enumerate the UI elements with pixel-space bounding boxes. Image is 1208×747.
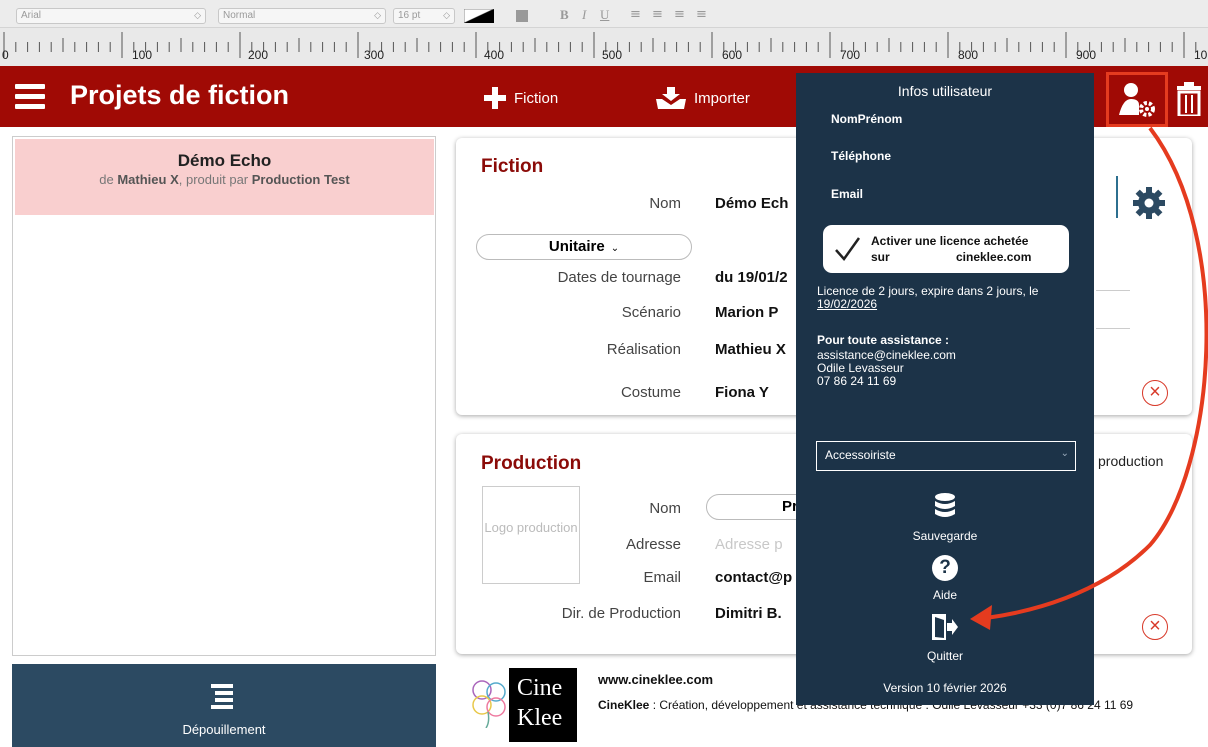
field-label: Adresse — [625, 536, 681, 553]
production-side-label: production — [1098, 453, 1164, 469]
divider — [1116, 176, 1118, 218]
add-fiction-button[interactable]: Fiction — [484, 87, 558, 109]
user-settings-button[interactable] — [1106, 72, 1168, 127]
help-icon[interactable]: ? — [932, 555, 958, 581]
cineklee-logo: Cine Klee — [509, 668, 577, 742]
address-field[interactable]: Adresse p — [715, 536, 783, 553]
project-list-item[interactable]: Démo Echo de Mathieu X, produit par Prod… — [15, 139, 434, 215]
menu-icon[interactable] — [15, 84, 45, 110]
align-right-icon[interactable]: ≡ — [674, 7, 685, 22]
ruler-label: 400 — [484, 48, 505, 62]
field-label: Nom — [649, 500, 681, 517]
field-label: Dir. de Production — [561, 605, 681, 622]
database-icon[interactable] — [934, 493, 956, 519]
field-label: Scénario — [621, 304, 681, 321]
color-swatch-icon[interactable] — [464, 9, 494, 23]
role-select[interactable]: Accessoiriste ⌄ — [816, 441, 1076, 471]
backup-label[interactable]: Sauvegarde — [796, 529, 1094, 543]
delete-icon[interactable]: × — [1142, 614, 1168, 640]
help-label[interactable]: Aide — [796, 588, 1094, 602]
ruler-label: 200 — [248, 48, 269, 62]
fiction-title: Fiction — [481, 156, 544, 177]
license-info: Licence de 2 jours, expire dans 2 jours,… — [817, 284, 1039, 311]
field-label: Nom — [649, 195, 681, 212]
divider — [1096, 328, 1130, 329]
field-label: Costume — [620, 384, 681, 401]
email-value[interactable]: contact@p — [715, 569, 792, 586]
divider — [1096, 290, 1130, 291]
align-left-icon[interactable]: ≡ — [630, 7, 641, 22]
bold-button[interactable]: B — [560, 7, 569, 23]
support-title: Pour toute assistance : — [817, 333, 950, 347]
director-value[interactable]: Dimitri B. — [715, 605, 782, 622]
field-label: Réalisation — [606, 341, 681, 358]
page-title: Projets de fiction — [70, 80, 290, 110]
user-phone[interactable]: Téléphone — [831, 149, 891, 163]
version-text: Version 10 février 2026 — [883, 681, 1007, 695]
user-gear-icon — [1119, 83, 1155, 117]
underline-button[interactable]: U — [600, 7, 609, 23]
project-credits: de Mathieu X, produit par Production Tes… — [99, 172, 350, 187]
project-list: Démo Echo de Mathieu X, produit par Prod… — [12, 136, 436, 656]
style-select[interactable]: Normal ◇ — [218, 8, 386, 24]
trash-icon[interactable] — [1175, 82, 1203, 121]
depouillement-button[interactable]: Dépouillement — [12, 664, 436, 747]
import-button[interactable]: Importer — [656, 87, 750, 109]
project-title: Démo Echo — [177, 151, 272, 170]
ruler-label: 800 — [958, 48, 979, 62]
align-center-icon[interactable]: ≡ — [652, 7, 663, 22]
align-justify-icon[interactable]: ≡ — [696, 7, 707, 22]
popup-title: Infos utilisateur — [897, 83, 993, 99]
scenario-value[interactable]: Marion P — [715, 304, 778, 321]
ruler-label: 300 — [364, 48, 385, 62]
field-label: Email — [643, 569, 681, 586]
ruler-label: 900 — [1076, 48, 1097, 62]
realisation-value[interactable]: Mathieu X — [715, 341, 786, 358]
ruler-label: 0 — [2, 48, 9, 62]
field-label: Dates de tournage — [557, 269, 681, 286]
user-info-popup: Infos utilisateur NomPrénom Téléphone Em… — [796, 73, 1094, 705]
ruler-label: 600 — [722, 48, 743, 62]
checkmark-icon — [835, 237, 861, 262]
exit-icon[interactable] — [931, 613, 959, 641]
user-name[interactable]: NomPrénom — [831, 112, 902, 126]
costume-value[interactable]: Fiona Y — [715, 384, 769, 401]
ruler-label: 10 — [1194, 48, 1208, 62]
shooting-dates-value[interactable]: du 19/01/2 — [715, 269, 788, 286]
italic-button[interactable]: I — [582, 7, 586, 23]
ruler-label: 500 — [602, 48, 623, 62]
activate-license-button[interactable]: Activer une licence achetée sur cineklee… — [823, 225, 1069, 273]
production-title: Production — [481, 453, 582, 474]
ruler-label: 700 — [840, 48, 861, 62]
website-link[interactable]: www.cineklee.com — [598, 672, 713, 687]
quit-label[interactable]: Quitter — [796, 649, 1094, 663]
format-toolbar: Arial ◇ Normal ◇ 16 pt ◇ B I U ≡ ≡ ≡ ≡ — [0, 0, 1208, 28]
list-icon — [211, 684, 233, 709]
ruler-label: 100 — [132, 48, 153, 62]
type-select[interactable]: Unitaire ⌄ — [476, 234, 692, 260]
logo-placeholder[interactable]: Logo production — [482, 486, 580, 584]
support-phone: 07 86 24 11 69 — [817, 374, 897, 388]
settings-gear-icon[interactable] — [1132, 186, 1166, 220]
name-value[interactable]: Démo Ech — [715, 195, 788, 212]
font-select[interactable]: Arial ◇ — [16, 8, 206, 24]
plus-icon — [484, 87, 506, 109]
delete-icon[interactable]: × — [1142, 380, 1168, 406]
size-select[interactable]: 16 pt ◇ — [393, 8, 455, 24]
clover-logo-icon — [468, 672, 508, 729]
table-icon[interactable] — [516, 10, 528, 22]
import-icon — [656, 87, 686, 109]
user-email[interactable]: Email — [831, 187, 863, 201]
